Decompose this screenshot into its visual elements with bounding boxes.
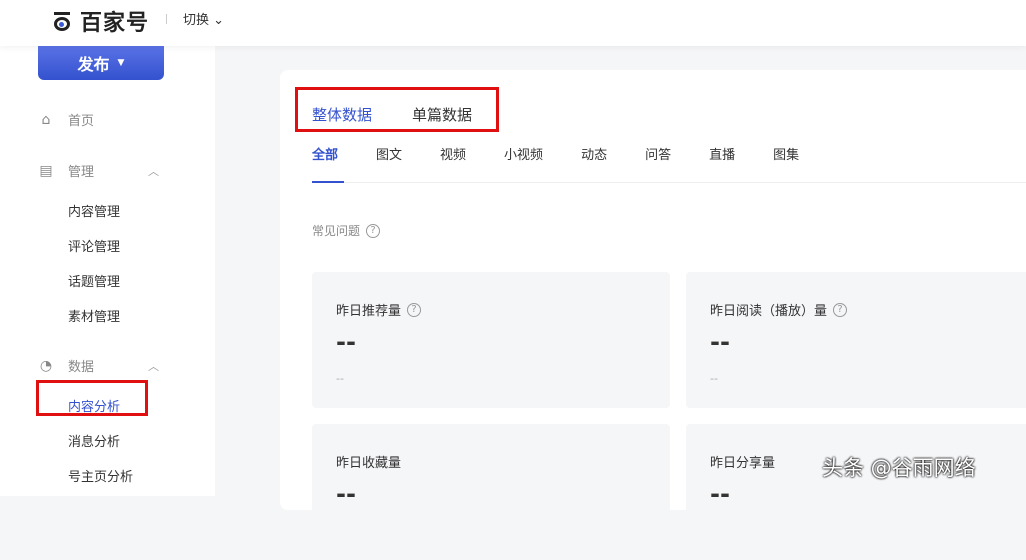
document-icon: ▤ (39, 162, 53, 179)
publish-label: 发布 (77, 55, 110, 74)
sidebar-item-home[interactable]: ⌂ 首页 (38, 110, 95, 130)
stat-value: -- (336, 480, 356, 508)
tab-short-video[interactable]: 小视频 (504, 144, 543, 163)
divider (166, 14, 167, 24)
switch-label: 切换 (183, 13, 210, 28)
logo-text: 百家号 (80, 11, 150, 36)
help-icon[interactable]: ? (407, 302, 422, 317)
logo[interactable]: 百家号 (52, 5, 149, 37)
content-card: 整体数据 单篇数据 全部 图文 视频 小视频 动态 问答 直播 图集 常见问题?… (280, 70, 1026, 560)
stat-label: 昨日阅读（播放）量 (710, 304, 828, 319)
home-icon: ⌂ (41, 111, 51, 128)
switch-account-button[interactable]: 切换 ⌄ (183, 9, 224, 28)
sidebar-item-homepage-analysis[interactable]: 号主页分析 (68, 466, 133, 485)
sidebar-item-data[interactable]: ◔ 数据 ︿ (38, 356, 178, 376)
stat-card-share: 昨日分享量 -- (686, 424, 1026, 560)
stat-value: -- (710, 480, 730, 508)
content-type-tabs: 全部 图文 视频 小视频 动态 问答 直播 图集 (312, 144, 837, 163)
stat-sub: -- (710, 372, 718, 385)
watermark: 头条 @谷雨网络 (822, 456, 976, 480)
tab-article[interactable]: 图文 (376, 144, 402, 163)
sidebar-item-content-manage[interactable]: 内容管理 (68, 201, 120, 220)
active-tab-indicator (312, 181, 344, 183)
sidebar: 发布 ▼ ⌂ 首页 ▤ 管理 ︿ 内容管理 评论管理 话题管理 素材管理 ◔ 数据 ︿ 内容… (0, 46, 215, 496)
chevron-up-icon: ︿ (148, 359, 159, 373)
tab-dynamic[interactable]: 动态 (581, 144, 607, 163)
help-icon[interactable]: ? (833, 302, 848, 317)
stat-label: 昨日收藏量 (336, 456, 402, 471)
highlight-box (36, 380, 148, 416)
sidebar-item-topic-manage[interactable]: 话题管理 (68, 271, 120, 290)
baijiahao-logo-icon (52, 11, 72, 31)
sidebar-item-material-manage[interactable]: 素材管理 (68, 306, 120, 325)
sidebar-item-message-analysis[interactable]: 消息分析 (68, 431, 120, 450)
pie-chart-icon: ◔ (39, 357, 53, 374)
stat-card-read: 昨日阅读（播放）量? -- -- (686, 272, 1026, 408)
header: 百家号 切换 ⌄ (0, 0, 1026, 46)
stat-label: 昨日推荐量 (336, 304, 402, 319)
chevron-up-icon: ︿ (148, 164, 159, 178)
caret-down-icon: ▼ (117, 58, 125, 68)
home-label: 首页 (68, 114, 95, 129)
tab-divider (312, 182, 1026, 183)
tab-qa[interactable]: 问答 (645, 144, 671, 163)
tab-gallery[interactable]: 图集 (773, 144, 799, 163)
sidebar-item-comment-manage[interactable]: 评论管理 (68, 236, 120, 255)
highlight-box (295, 87, 499, 132)
tab-video[interactable]: 视频 (440, 144, 466, 163)
stat-card-favorite: 昨日收藏量 -- (312, 424, 670, 560)
faq-link[interactable]: 常见问题? (312, 222, 381, 239)
chevron-down-icon: ⌄ (213, 13, 225, 28)
stat-label: 昨日分享量 (710, 456, 776, 471)
stat-value: -- (710, 328, 730, 356)
tab-all[interactable]: 全部 (312, 144, 338, 163)
data-label: 数据 (68, 360, 95, 375)
tab-live[interactable]: 直播 (709, 144, 735, 163)
faq-label: 常见问题 (312, 224, 361, 238)
publish-button[interactable]: 发布 ▼ (38, 46, 164, 80)
stat-sub: -- (336, 372, 344, 385)
stat-value: -- (336, 328, 356, 356)
stat-card-recommend: 昨日推荐量? -- -- (312, 272, 670, 408)
manage-label: 管理 (68, 165, 95, 180)
help-icon: ? (366, 223, 381, 238)
sidebar-item-manage[interactable]: ▤ 管理 ︿ (38, 161, 178, 181)
